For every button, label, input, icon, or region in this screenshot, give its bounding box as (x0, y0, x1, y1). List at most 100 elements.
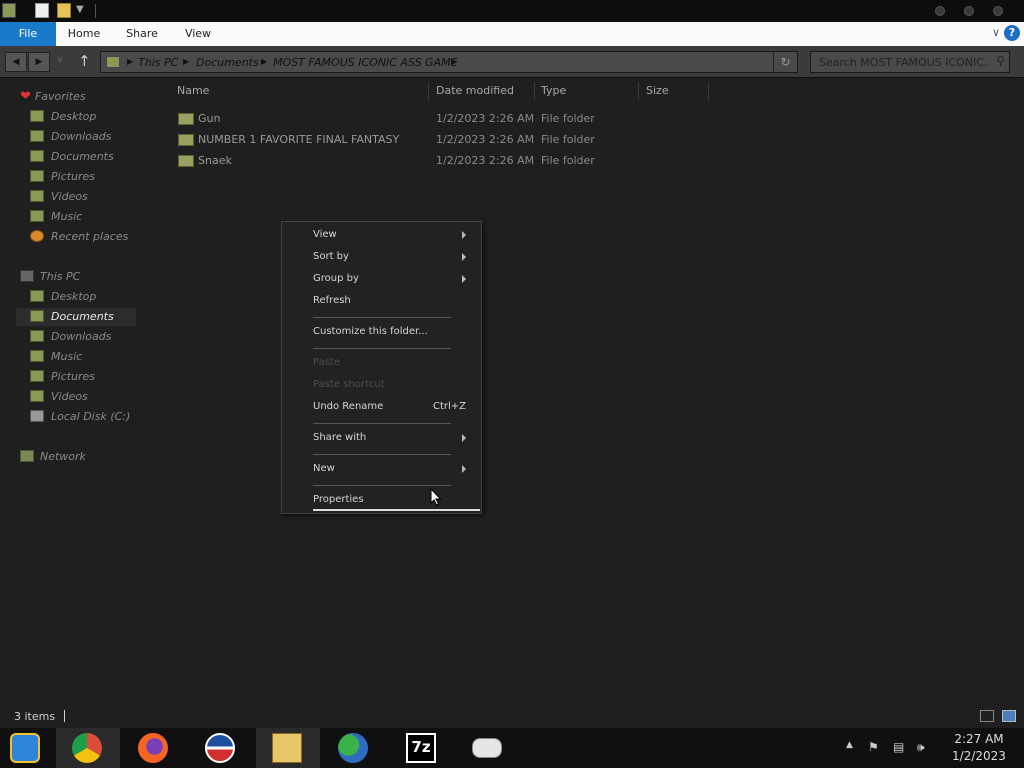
tab-view[interactable]: View (174, 22, 222, 46)
menu-focus-underline (313, 509, 480, 511)
up-button[interactable]: ↑ (78, 52, 91, 70)
menu-separator (313, 348, 451, 349)
sidebar-item-videos[interactable]: Videos (30, 388, 88, 406)
breadcrumb-arrow-icon[interactable]: ▶ (183, 57, 189, 66)
menu-item-sort-by[interactable]: Sort by (313, 248, 349, 266)
ribbon-expand-icon[interactable]: ∨ (992, 26, 1000, 39)
large-icons-view-icon[interactable] (1002, 710, 1016, 722)
heart-icon: ❤ (20, 89, 31, 104)
submenu-arrow-icon (462, 253, 466, 261)
sidebar-favorites[interactable]: ❤ Favorites (20, 88, 86, 106)
taskbar-chrome[interactable] (56, 728, 120, 768)
menu-item-new[interactable]: New (313, 460, 335, 478)
music-icon (30, 350, 44, 362)
menu-item-properties[interactable]: Properties (313, 491, 364, 509)
new-folder-icon[interactable] (57, 3, 71, 18)
sidebar-item-desktop[interactable]: Desktop (30, 108, 96, 126)
column-header-name[interactable]: Name (177, 82, 417, 100)
column-header-date-modified[interactable]: Date modified (436, 82, 531, 100)
column-divider[interactable] (534, 82, 535, 100)
firefox-icon (138, 733, 168, 763)
menu-item-share-with[interactable]: Share with (313, 429, 366, 447)
start-button[interactable] (0, 728, 56, 768)
volume-icon[interactable]: 🕪 (917, 740, 925, 755)
tab-home[interactable]: Home (60, 22, 108, 46)
breadcrumb-current-folder[interactable]: MOST FAMOUS ICONIC ASS GAME (273, 56, 458, 69)
sidebar-label: Pictures (51, 370, 96, 383)
address-bar[interactable]: ▶ This PC ▶ Documents ▶ MOST FAMOUS ICON… (100, 51, 798, 73)
taskbar-gamepad[interactable] (456, 728, 520, 768)
sidebar-item-downloads[interactable]: Downloads (30, 328, 111, 346)
obama-logo-icon (205, 733, 235, 763)
sidebar-item-videos[interactable]: Videos (30, 188, 88, 206)
sidebar-this-pc[interactable]: This PC (20, 268, 80, 286)
menu-item-view[interactable]: View (313, 226, 337, 244)
file-row[interactable]: NUMBER 1 FAVORITE FINAL FANTASY 1/2/2023… (176, 130, 616, 150)
sidebar-item-pictures[interactable]: Pictures (30, 368, 95, 386)
search-input[interactable]: Search MOST FAMOUS ICONIC... (819, 56, 989, 69)
system-clock[interactable]: 2:27 AM 1/2/2023 (944, 731, 1014, 765)
sidebar-item-desktop[interactable]: Desktop (30, 288, 96, 306)
column-divider[interactable] (638, 82, 639, 100)
refresh-icon[interactable]: ↻ (773, 52, 797, 72)
breadcrumb-arrow-icon[interactable]: ▶ (451, 57, 457, 66)
menu-item-customize-folder[interactable]: Customize this folder... (313, 323, 428, 341)
column-divider[interactable] (708, 82, 709, 100)
breadcrumb-arrow-icon[interactable]: ▶ (127, 57, 133, 66)
file-row[interactable]: Gun 1/2/2023 2:26 AM File folder (176, 109, 616, 129)
properties-icon[interactable] (35, 3, 49, 18)
sidebar-item-downloads[interactable]: Downloads (30, 128, 111, 146)
sidebar-item-recent-places[interactable]: Recent places (30, 228, 128, 246)
menu-separator (313, 454, 451, 455)
forward-button[interactable]: ▶ (28, 52, 50, 72)
sidebar-item-local-disk[interactable]: Local Disk (C:) (30, 408, 130, 426)
sidebar-network[interactable]: Network (20, 448, 86, 466)
taskbar-firefox[interactable] (122, 728, 186, 768)
sidebar-item-music[interactable]: Music (30, 348, 82, 366)
7zip-icon: 7z (406, 733, 436, 763)
column-header-size[interactable]: Size (646, 82, 701, 100)
taskbar-messenger[interactable] (322, 728, 386, 768)
menu-item-group-by[interactable]: Group by (313, 270, 359, 288)
help-icon[interactable]: ? (1004, 25, 1020, 41)
menu-item-refresh[interactable]: Refresh (313, 292, 351, 310)
network-tray-icon[interactable]: ▤ (893, 740, 904, 754)
menu-item-undo-rename[interactable]: Undo Rename (313, 398, 383, 416)
taskbar-obama-logo[interactable] (189, 728, 253, 768)
sidebar-item-documents[interactable]: Documents (30, 148, 114, 166)
pictures-icon (30, 370, 44, 382)
recent-locations-icon[interactable]: ∨ (57, 55, 64, 65)
file-type: File folder (541, 154, 595, 167)
back-button[interactable]: ◀ (5, 52, 27, 72)
file-row[interactable]: Snaek 1/2/2023 2:26 AM File folder (176, 151, 616, 171)
column-header-type[interactable]: Type (541, 82, 631, 100)
sidebar-label: Documents (51, 150, 114, 163)
breadcrumb-arrow-icon[interactable]: ▶ (261, 57, 267, 66)
explorer-icon[interactable] (2, 3, 16, 18)
sidebar-item-music[interactable]: Music (30, 208, 82, 226)
breadcrumb-documents[interactable]: Documents (196, 56, 259, 69)
file-explorer-icon (272, 733, 302, 763)
taskbar-file-explorer[interactable] (256, 728, 320, 768)
action-center-flag-icon[interactable]: ⚑ (868, 740, 879, 754)
close-button[interactable] (993, 6, 1003, 16)
details-view-icon[interactable] (980, 710, 994, 722)
taskbar-7zip[interactable]: 7z (390, 728, 454, 768)
submenu-arrow-icon (462, 465, 466, 473)
title-bar: ▼ (0, 0, 1024, 22)
search-box[interactable]: Search MOST FAMOUS ICONIC... ⚲ (810, 51, 1010, 73)
sidebar-label: Local Disk (C:) (51, 410, 131, 423)
folder-icon (178, 155, 194, 167)
sidebar-item-documents-selected[interactable]: Documents (16, 308, 136, 326)
maximize-button[interactable] (964, 6, 974, 16)
breadcrumb-this-pc[interactable]: This PC (138, 56, 178, 69)
minimize-button[interactable] (935, 6, 945, 16)
search-icon[interactable]: ⚲ (996, 54, 1005, 68)
tab-file[interactable]: File (0, 22, 56, 46)
tab-share[interactable]: Share (118, 22, 166, 46)
sidebar-item-pictures[interactable]: Pictures (30, 168, 95, 186)
qat-dropdown-icon[interactable]: ▼ (76, 4, 84, 15)
column-divider[interactable] (428, 82, 429, 100)
pictures-icon (30, 170, 44, 182)
show-hidden-icons-icon[interactable]: ▲ (846, 740, 853, 750)
